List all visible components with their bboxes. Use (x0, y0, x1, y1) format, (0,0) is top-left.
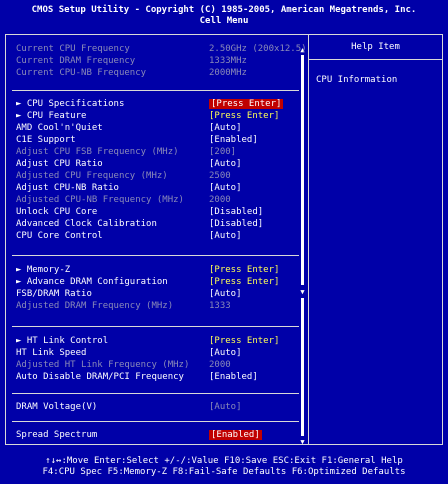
row-adjusted-dram-frequency: Adjusted DRAM Frequency (MHz) 1333 (16, 300, 306, 312)
row-adjust-cpu-nb-ratio[interactable]: Adjust CPU-NB Ratio [Auto] (16, 182, 306, 194)
setting-value[interactable]: [Auto] (209, 123, 242, 133)
row-auto-disable-dram-pci-frequency[interactable]: Auto Disable DRAM/PCI Frequency [Enabled… (16, 371, 306, 383)
help-text: CPU Information (316, 75, 398, 85)
setting-label: Unlock CPU Core (16, 207, 98, 217)
setting-label: Current DRAM Frequency (16, 56, 136, 66)
setting-value[interactable]: [Auto] (209, 402, 242, 412)
setting-value[interactable]: [Enabled] (209, 135, 258, 145)
row-dram-voltage[interactable]: DRAM Voltage(V) [Auto] (16, 401, 306, 413)
key-help-line: ↑↓↔:Move Enter:Select +/-/:Value F10:Sav… (45, 456, 403, 466)
row-current-cpu-frequency: Current CPU Frequency 2.50GHz (200x12.5) (16, 43, 307, 55)
row-spread-spectrum[interactable]: Spread Spectrum [Enabled] (16, 429, 306, 441)
row-unlock-cpu-core[interactable]: Unlock CPU Core [Disabled] (16, 206, 306, 218)
setting-value-selected[interactable]: [Enabled] (209, 430, 262, 440)
setting-label: ► CPU Specifications (16, 99, 125, 109)
title-bar: CMOS Setup Utility - Copyright (C) 1985-… (0, 0, 448, 34)
setting-label: Adjusted CPU-NB Frequency (MHz) (16, 195, 184, 205)
setting-label: Auto Disable DRAM/PCI Frequency (16, 372, 184, 382)
setting-label: ► Memory-Z (16, 265, 71, 275)
key-help-line: F4:CPU Spec F5:Memory-Z F8:Fail-Safe Def… (42, 467, 406, 477)
setting-label: Adjusted HT Link Frequency (MHz) (16, 360, 190, 370)
setting-value: 1333 (209, 301, 231, 311)
section-divider (12, 421, 299, 422)
menu-title: Cell Menu (199, 16, 249, 26)
setting-value: 2000 (209, 360, 231, 370)
row-cpu-core-control[interactable]: CPU Core Control [Auto] (16, 230, 306, 242)
setting-label: Adjust CPU FSB Frequency (MHz) (16, 147, 179, 157)
title-line: CMOS Setup Utility - Copyright (C) 1985-… (31, 5, 417, 15)
main-frame: Help Item CPU Information ▲ ▼ ▼ Current … (5, 34, 443, 446)
setting-label: ► Advance DRAM Configuration (16, 277, 168, 287)
key-help-footer: ↑↓↔:Move Enter:Select +/-/:Value F10:Sav… (0, 446, 448, 484)
setting-label: Adjust CPU Ratio (16, 159, 103, 169)
setting-value[interactable]: [Auto] (209, 289, 242, 299)
setting-value[interactable]: [Auto] (209, 183, 242, 193)
setting-value[interactable]: [Disabled] (209, 207, 263, 217)
section-divider (12, 326, 299, 327)
setting-value: 2000 (209, 195, 231, 205)
setting-value[interactable]: [Auto] (209, 348, 242, 358)
setting-label: HT Link Speed (16, 348, 87, 358)
row-adjusted-ht-link-frequency: Adjusted HT Link Frequency (MHz) 2000 (16, 359, 306, 371)
setting-label: Advanced Clock Calibration (16, 219, 157, 229)
row-adjust-cpu-fsb-frequency: Adjust CPU FSB Frequency (MHz) [200] (16, 146, 306, 158)
row-ht-link-speed[interactable]: HT Link Speed [Auto] (16, 347, 306, 359)
row-current-dram-frequency: Current DRAM Frequency 1333MHz (16, 55, 306, 67)
setting-value[interactable]: [Enabled] (209, 372, 258, 382)
setting-label: ► CPU Feature (16, 111, 87, 121)
row-cpu-specifications[interactable]: ► CPU Specifications [Press Enter] (16, 98, 306, 110)
row-amd-cool-n-quiet[interactable]: AMD Cool'n'Quiet [Auto] (16, 122, 306, 134)
row-advance-dram-configuration[interactable]: ► Advance DRAM Configuration [Press Ente… (16, 276, 306, 288)
help-header: Help Item (309, 35, 442, 60)
setting-label: AMD Cool'n'Quiet (16, 123, 103, 133)
row-memory-z[interactable]: ► Memory-Z [Press Enter] (16, 264, 306, 276)
row-current-cpu-nb-frequency: Current CPU-NB Frequency 2000MHz (16, 67, 306, 79)
row-fsb-dram-ratio[interactable]: FSB/DRAM Ratio [Auto] (16, 288, 306, 300)
row-adjusted-cpu-frequency: Adjusted CPU Frequency (MHz) 2500 (16, 170, 306, 182)
setting-value[interactable]: [Press Enter] (209, 336, 279, 346)
setting-value-selected[interactable]: [Press Enter] (209, 99, 284, 109)
setting-value[interactable]: [Press Enter] (209, 277, 279, 287)
setting-label: Spread Spectrum (16, 430, 98, 440)
section-divider (12, 255, 299, 256)
section-divider (12, 90, 299, 91)
setting-value[interactable]: [Press Enter] (209, 265, 279, 275)
setting-label: FSB/DRAM Ratio (16, 289, 92, 299)
row-advanced-clock-calibration[interactable]: Advanced Clock Calibration [Disabled] (16, 218, 306, 230)
setting-label: Current CPU Frequency (16, 44, 130, 54)
setting-label: Adjusted DRAM Frequency (MHz) (16, 301, 174, 311)
section-divider (12, 393, 299, 394)
setting-value[interactable]: [Disabled] (209, 219, 263, 229)
setting-value: 2.50GHz (200x12.5) (209, 44, 307, 54)
setting-label: Adjust CPU-NB Ratio (16, 183, 119, 193)
setting-value[interactable]: [Press Enter] (209, 111, 279, 121)
setting-value[interactable]: [Auto] (209, 159, 242, 169)
setting-label: ► HT Link Control (16, 336, 109, 346)
setting-label: DRAM Voltage(V) (16, 402, 98, 412)
setting-value: 2000MHz (209, 68, 247, 78)
setting-value: 1333MHz (209, 56, 247, 66)
panel-divider (308, 35, 309, 444)
setting-value: 2500 (209, 171, 231, 181)
setting-label: Adjusted CPU Frequency (MHz) (16, 171, 168, 181)
setting-label: CPU Core Control (16, 231, 103, 241)
setting-label: C1E Support (16, 135, 76, 145)
setting-value[interactable]: [Auto] (209, 231, 242, 241)
row-adjust-cpu-ratio[interactable]: Adjust CPU Ratio [Auto] (16, 158, 306, 170)
row-cpu-feature[interactable]: ► CPU Feature [Press Enter] (16, 110, 306, 122)
row-adjusted-cpu-nb-frequency: Adjusted CPU-NB Frequency (MHz) 2000 (16, 194, 306, 206)
row-c1e-support[interactable]: C1E Support [Enabled] (16, 134, 306, 146)
row-ht-link-control[interactable]: ► HT Link Control [Press Enter] (16, 335, 306, 347)
setting-value: [200] (209, 147, 237, 157)
setting-label: Current CPU-NB Frequency (16, 68, 147, 78)
